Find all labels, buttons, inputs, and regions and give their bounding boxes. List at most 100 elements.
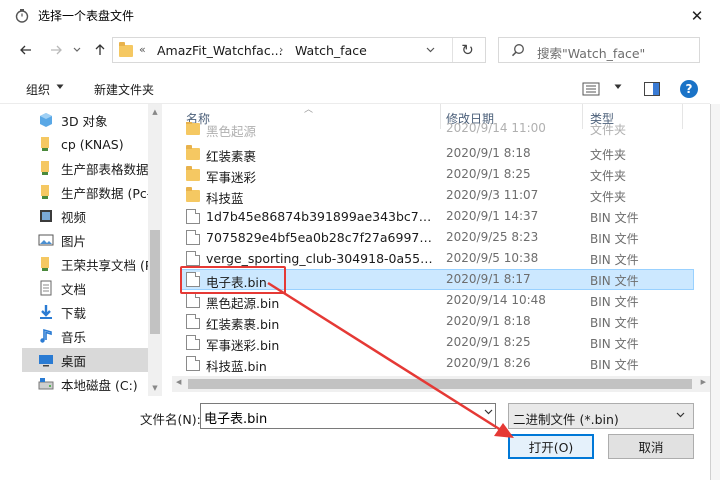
address-overflow[interactable]: « — [139, 43, 146, 56]
horizontal-scrollbar[interactable]: ◀ ▶ — [172, 376, 710, 392]
scroll-down-arrow-icon[interactable]: ▼ — [148, 384, 162, 392]
filetype-select[interactable]: 二进制文件 (*.bin) — [508, 403, 694, 429]
file-row[interactable]: 科技蓝 2020/9/3 11:07 文件夹 — [180, 185, 694, 206]
file-type: BIN 文件 — [590, 316, 639, 330]
file-name: 科技蓝.bin — [206, 359, 267, 374]
breadcrumb-segment[interactable]: AmazFit_Watchfac... — [157, 43, 283, 58]
sidebar-item-cp-knas[interactable]: cp (KNAS) — [22, 132, 148, 156]
file-date: 2020/9/14 10:48 — [446, 293, 546, 307]
downloads-icon — [40, 305, 52, 319]
sidebar-item-documents[interactable]: 文档 — [22, 276, 148, 300]
scroll-right-arrow-icon[interactable]: ▶ — [701, 378, 706, 386]
sidebar-item-pictures[interactable]: 图片 — [22, 228, 148, 252]
file-icon — [186, 251, 200, 266]
file-name: 7075829e4bf5ea0b28c7f27a6997461f... — [206, 230, 436, 245]
scroll-up-arrow-icon[interactable]: ▲ — [148, 108, 162, 116]
cancel-button[interactable]: 取消 — [608, 434, 694, 459]
file-open-dialog: 选择一个表盘文件 ✕ « AmazFit_Watchfac... › Watch… — [0, 0, 720, 480]
sidebar-item-label: 王荣共享文档 (P — [61, 257, 148, 273]
help-icon[interactable]: ? — [680, 80, 698, 98]
file-row[interactable]: 1d7b45e86874b391899ae343bc7d6a... 2020/9… — [180, 206, 694, 227]
sidebar-item-downloads[interactable]: 下载 — [22, 300, 148, 324]
file-row[interactable]: 7075829e4bf5ea0b28c7f27a6997461f... 2020… — [180, 227, 694, 248]
chevron-down-icon — [73, 47, 81, 52]
file-icon — [186, 335, 200, 350]
chevron-down-icon — [676, 412, 685, 418]
forward-button[interactable] — [46, 40, 66, 60]
organize-menu[interactable]: 组织 — [26, 81, 50, 98]
filename-input[interactable]: 电子表.bin — [200, 403, 496, 429]
file-rows: 黑色起源 2020/9/14 11:00 文件夹 红装素裹 2020/9/1 8… — [172, 122, 710, 396]
file-row[interactable]: 军事迷彩.bin 2020/9/1 8:25 BIN 文件 — [180, 332, 694, 353]
scroll-left-arrow-icon[interactable]: ◀ — [176, 378, 181, 386]
refresh-button[interactable]: ↻ — [452, 38, 482, 62]
address-dropdown-button[interactable] — [418, 38, 442, 62]
sidebar-item-label: 桌面 — [61, 353, 87, 369]
sidebar-item-videos[interactable]: 视频 — [22, 204, 148, 228]
sidebar-item-label: 视频 — [61, 209, 87, 225]
filetype-value: 二进制文件 (*.bin) — [513, 412, 619, 427]
title-bar: 选择一个表盘文件 ✕ — [0, 0, 720, 31]
scrollbar-thumb[interactable] — [188, 379, 692, 389]
file-date: 2020/9/14 11:00 — [446, 122, 546, 135]
sidebar-item-production-tables[interactable]: 生产部表格数据 — [22, 156, 148, 180]
sidebar-item-production-data[interactable]: 生产部数据 (Pc- — [22, 180, 148, 204]
file-icon — [186, 230, 200, 245]
sidebar-item-local-disk-c[interactable]: 本地磁盘 (C:) — [22, 372, 148, 396]
up-button[interactable] — [90, 40, 110, 60]
sidebar-item-label: cp (KNAS) — [61, 136, 124, 152]
file-date: 2020/9/3 11:07 — [446, 188, 539, 202]
sidebar-scrollbar[interactable]: ▲ ▼ — [148, 104, 162, 396]
network-drive-icon — [41, 137, 49, 151]
chevron-down-icon[interactable] — [484, 409, 493, 415]
file-date: 2020/9/1 8:25 — [446, 167, 531, 181]
file-row[interactable]: 黑色起源 2020/9/14 11:00 文件夹 — [180, 122, 694, 139]
file-type: BIN 文件 — [590, 211, 639, 225]
file-icon — [186, 356, 200, 371]
scrollbar-thumb[interactable] — [150, 230, 160, 334]
search-input[interactable]: 搜索"Watch_face" — [498, 37, 700, 63]
video-icon — [40, 210, 52, 222]
background-window-edge — [710, 104, 720, 480]
filename-label: 文件名(N): — [140, 412, 201, 427]
file-icon — [186, 293, 200, 308]
file-list: ︿ 名称 修改日期 类型 黑色起源 2020/9/14 11:00 文件夹 红装… — [172, 104, 710, 396]
close-button[interactable]: ✕ — [674, 0, 720, 31]
sidebar-item-shared-docs[interactable]: 王荣共享文档 (P — [22, 252, 148, 276]
preview-pane-icon[interactable] — [644, 82, 660, 96]
folder-icon — [186, 122, 200, 135]
folder-icon — [186, 166, 200, 181]
file-row[interactable]: 军事迷彩 2020/9/1 8:25 文件夹 — [180, 164, 694, 185]
file-row[interactable]: 红装素裹.bin 2020/9/1 8:18 BIN 文件 — [180, 311, 694, 332]
refresh-icon: ↻ — [461, 41, 474, 59]
chevron-down-icon — [426, 47, 434, 53]
file-date: 2020/9/1 8:18 — [446, 146, 531, 160]
watch-app-icon — [15, 9, 29, 23]
folder-icon — [119, 42, 133, 57]
new-folder-button[interactable]: 新建文件夹 — [94, 81, 154, 98]
breadcrumb-segment[interactable]: Watch_face — [295, 43, 367, 58]
annotation-highlight-box — [180, 266, 286, 294]
open-button[interactable]: 打开(O) — [508, 434, 594, 459]
file-name: 1d7b45e86874b391899ae343bc7d6a... — [206, 209, 436, 224]
file-type: BIN 文件 — [590, 232, 639, 246]
sidebar-item-desktop[interactable]: 桌面 — [22, 348, 148, 372]
chevron-down-icon[interactable] — [614, 84, 622, 90]
sidebar-item-music[interactable]: 音乐 — [22, 324, 148, 348]
back-button[interactable] — [16, 40, 36, 60]
breadcrumb-separator[interactable]: › — [279, 43, 283, 56]
chevron-down-icon[interactable] — [56, 84, 64, 90]
command-bar: 组织 新建文件夹 ? — [0, 74, 710, 104]
folder-icon — [186, 187, 200, 202]
recent-locations-button[interactable] — [70, 40, 84, 60]
desktop-icon — [39, 355, 53, 367]
file-row[interactable]: 科技蓝.bin 2020/9/1 8:26 BIN 文件 — [180, 353, 694, 374]
file-type: BIN 文件 — [590, 337, 639, 351]
sidebar-item-3d-objects[interactable]: 3D 对象 — [22, 108, 148, 132]
file-name: 军事迷彩 — [206, 170, 257, 185]
documents-icon — [40, 280, 52, 296]
file-row[interactable]: 红装素裹 2020/9/1 8:18 文件夹 — [180, 143, 694, 164]
file-name: 黑色起源.bin — [206, 296, 280, 311]
view-options-icon[interactable] — [582, 82, 600, 96]
sidebar-item-label: 本地磁盘 (C:) — [61, 377, 138, 393]
